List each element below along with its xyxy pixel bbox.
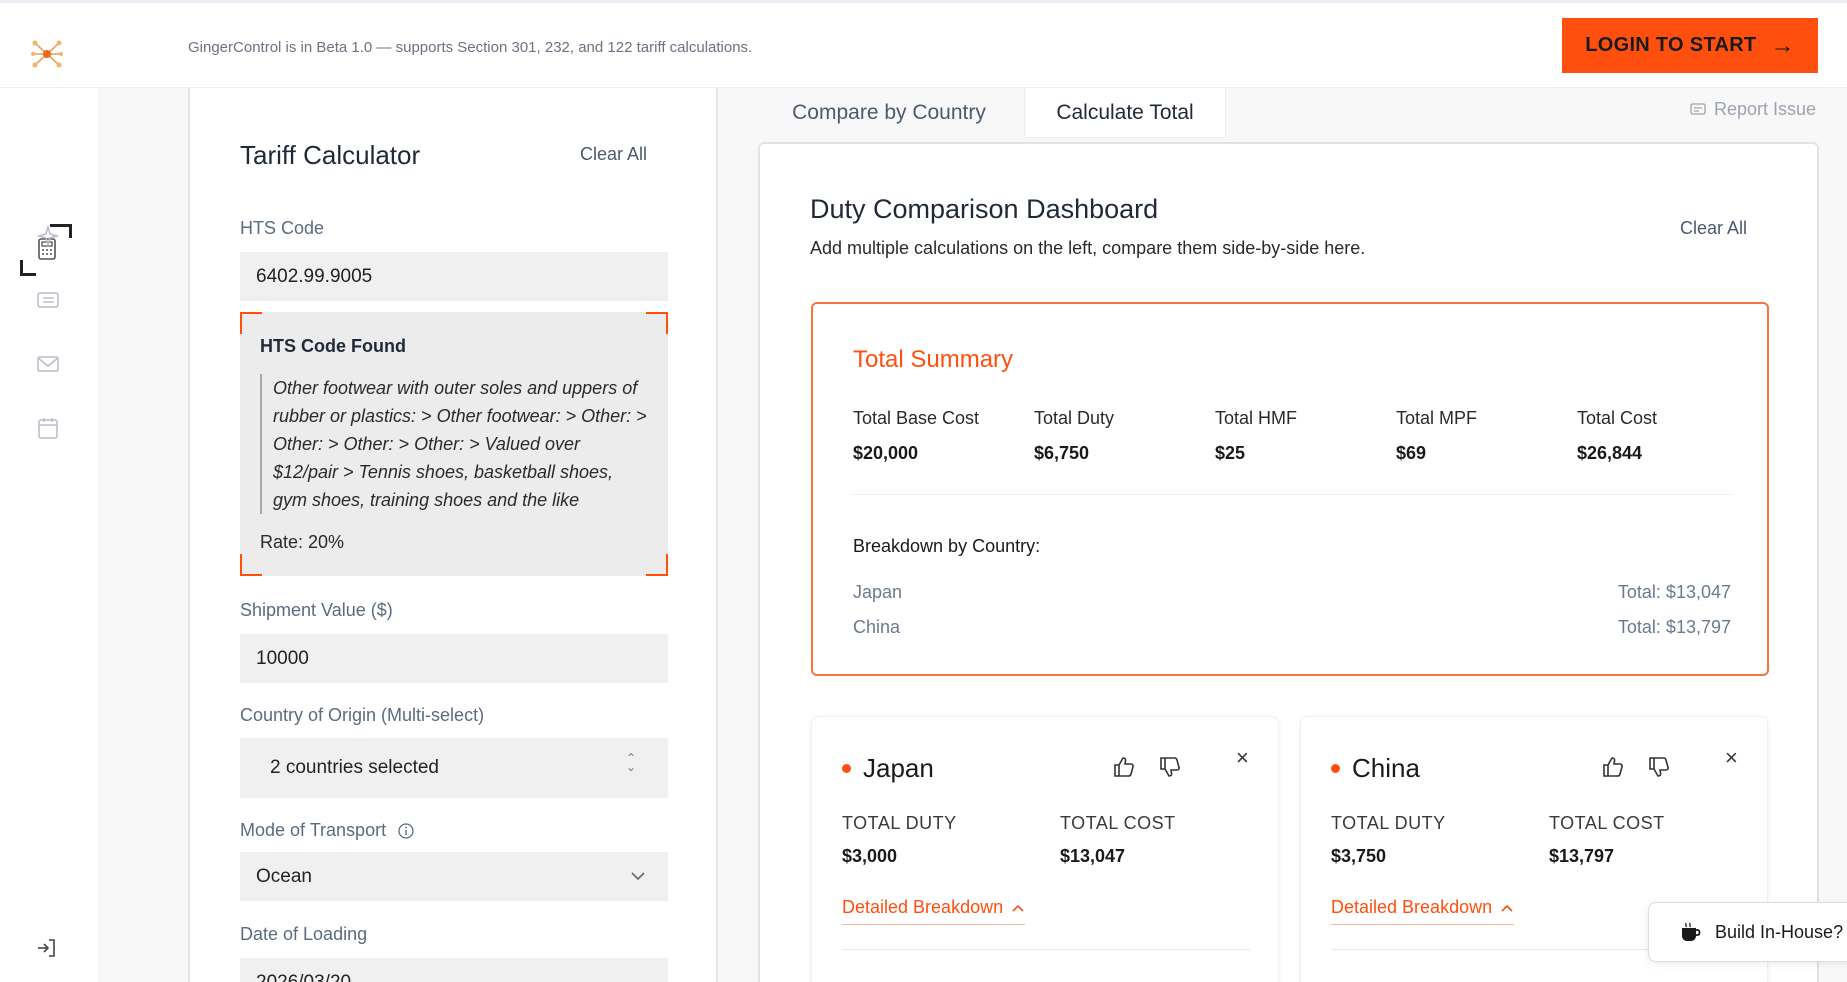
login-icon <box>38 939 55 957</box>
thumbs-up-icon[interactable] <box>1112 755 1136 779</box>
sidebar-item-mail[interactable] <box>36 352 60 376</box>
transport-label-row: Mode of Transport <box>240 820 414 841</box>
thumbs-down-icon[interactable] <box>1647 755 1671 779</box>
card-total-cost: TOTAL COST $13,047 <box>1060 813 1176 866</box>
summary-divider <box>853 494 1731 495</box>
comment-icon <box>1690 102 1706 115</box>
transport-select[interactable]: Ocean <box>240 852 668 901</box>
arrow-right-icon: → <box>1770 31 1795 59</box>
coffee-cup-icon <box>1682 922 1701 941</box>
beta-notice: GingerControl is in Beta 1.0 — supports … <box>188 39 753 56</box>
login-button[interactable]: LOGIN TO START → <box>1562 18 1818 73</box>
sidebar-item-calendar[interactable] <box>36 416 60 440</box>
dashboard-subtitle: Add multiple calculations on the left, c… <box>810 238 1366 258</box>
breakdown-row-china: China Total: $13,797 <box>853 617 1731 637</box>
sidebar-item-logout[interactable] <box>34 936 58 960</box>
transport-value: Ocean <box>256 865 312 887</box>
country-origin-label: Country of Origin (Multi-select) <box>240 705 485 725</box>
summary-metric-hmf: Total HMF $25 <box>1215 408 1298 463</box>
top-bar: GingerControl is in Beta 1.0 — supports … <box>0 3 1847 88</box>
country-select-value: 2 countries selected <box>270 757 439 778</box>
date-loading-value: 2026/03/20 <box>256 971 352 982</box>
hts-code-found-box: HTS Code Found Other footwear with outer… <box>240 312 668 576</box>
tariff-calculator-panel: Tariff Calculator Clear All HTS Code 640… <box>188 88 718 982</box>
card-feedback-icons <box>1112 755 1182 779</box>
date-loading-label: Date of Loading <box>240 924 368 944</box>
chevron-down-icon <box>631 872 645 881</box>
country-card-japan: Japan × TOTAL DUTY $3,000 TOTAL COST $13,0… <box>811 716 1279 982</box>
status-dot <box>842 764 851 773</box>
duty-comparison-dashboard: Duty Comparison Dashboard Add multiple c… <box>758 142 1819 982</box>
summary-metric-base-cost: Total Base Cost $20,000 <box>853 408 980 463</box>
hts-description: Other footwear with outer soles and uppe… <box>260 374 650 514</box>
hts-code-input[interactable]: 6402.99.9005 <box>240 252 668 301</box>
card-divider <box>842 949 1250 950</box>
mail-icon <box>37 356 59 372</box>
card-total-duty: TOTAL DUTY $3,750 <box>1331 813 1446 866</box>
card-total-duty: TOTAL DUTY $3,000 <box>842 813 957 866</box>
thumbs-up-icon[interactable] <box>1601 755 1625 779</box>
tab-calculate-total[interactable]: Calculate Total <box>1024 88 1226 138</box>
sidebar-rail <box>0 88 98 982</box>
chevron-up-down-icon: ⌃ ⌄ <box>625 751 636 774</box>
dashboard-clear-all-button[interactable]: Clear All <box>1680 218 1747 239</box>
hts-rate: Rate: 20% <box>260 532 345 552</box>
thumbs-down-icon[interactable] <box>1158 755 1182 779</box>
hts-code-label: HTS Code <box>240 218 325 238</box>
breakdown-row-japan: Japan Total: $13,047 <box>853 582 1731 602</box>
card-feedback-icons <box>1601 755 1671 779</box>
summary-metric-mpf: Total MPF $69 <box>1396 408 1478 463</box>
card-country-title: Japan <box>842 753 934 784</box>
dashboard-title: Duty Comparison Dashboard <box>810 194 1159 224</box>
breakdown-title: Breakdown by Country: <box>853 536 1041 556</box>
calendar-icon <box>38 418 58 439</box>
status-dot <box>1331 764 1340 773</box>
build-in-house-button[interactable]: Build In-House? <box>1648 902 1847 962</box>
report-issue-button[interactable]: Report Issue <box>1690 99 1816 120</box>
close-icon[interactable]: × <box>1725 745 1738 771</box>
build-in-house-label: Build In-House? <box>1715 921 1844 942</box>
info-icon[interactable] <box>398 822 414 839</box>
sparkle-icon <box>37 225 59 247</box>
newspaper-icon <box>37 292 59 308</box>
calculator-title: Tariff Calculator <box>240 140 421 170</box>
chevron-up-icon <box>1501 904 1513 912</box>
login-label: LOGIN TO START <box>1585 34 1757 56</box>
summary-metric-duty: Total Duty $6,750 <box>1034 408 1115 463</box>
card-country-title: China <box>1331 753 1420 784</box>
detailed-breakdown-toggle[interactable]: Detailed Breakdown <box>842 897 1026 925</box>
summary-title: Total Summary <box>853 346 1014 373</box>
shipment-value-label: Shipment Value ($) <box>240 600 393 620</box>
close-icon[interactable]: × <box>1236 745 1249 771</box>
card-total-cost: TOTAL COST $13,797 <box>1549 813 1665 866</box>
logo-icon[interactable] <box>30 37 64 71</box>
transport-label: Mode of Transport <box>240 820 387 840</box>
sidebar-item-ai[interactable] <box>36 224 60 248</box>
calculator-clear-all-button[interactable]: Clear All <box>580 144 647 165</box>
tab-compare-by-country[interactable]: Compare by Country <box>758 88 1020 138</box>
hts-found-title: HTS Code Found <box>260 336 406 356</box>
date-loading-input[interactable]: 2026/03/20 <box>240 958 668 982</box>
detailed-breakdown-toggle[interactable]: Detailed Breakdown <box>1331 897 1515 925</box>
shipment-value-input[interactable]: 10000 <box>240 634 668 683</box>
country-origin-select[interactable]: 2 countries selected ⌃ ⌄ <box>240 738 668 798</box>
chevron-up-icon <box>1012 904 1024 912</box>
sidebar-item-news[interactable] <box>36 288 60 312</box>
summary-metric-total-cost: Total Cost $26,844 <box>1577 408 1658 463</box>
report-issue-label: Report Issue <box>1714 99 1817 119</box>
total-summary-card: Total Summary Total Base Cost $20,000 Tot… <box>811 302 1769 676</box>
